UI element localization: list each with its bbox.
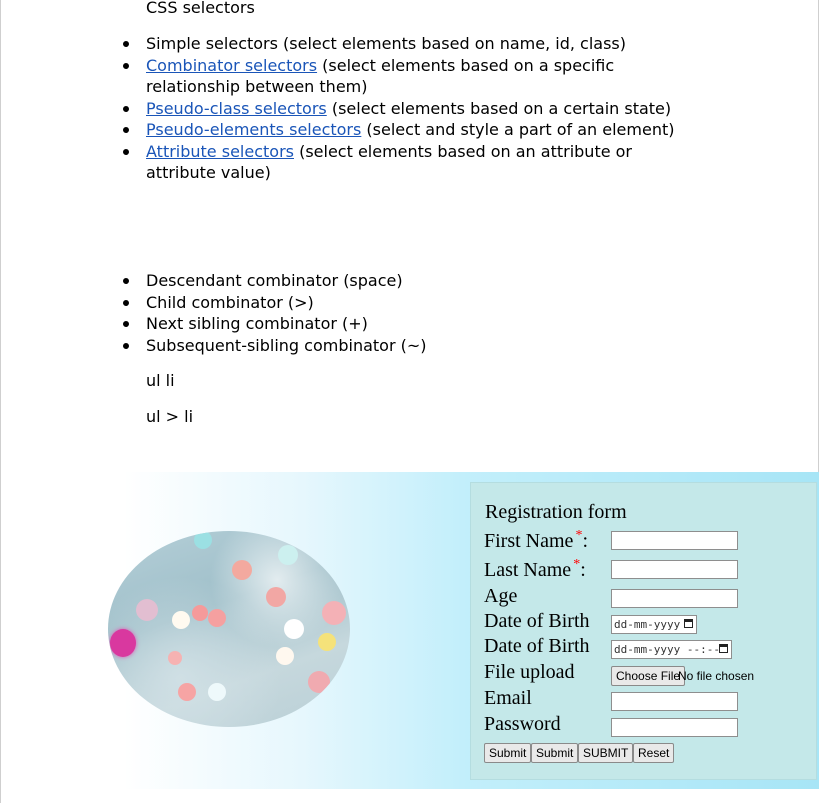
list-item-next-sibling: Next sibling combinator (+) — [123, 313, 706, 335]
pseudo-class-selectors-link[interactable]: Pseudo-class selectors — [146, 99, 327, 118]
datetime-placeholder: dd-mm-yyyy --:-- — [614, 643, 720, 656]
bokeh-dot — [178, 683, 196, 701]
bokeh-dot — [136, 599, 158, 621]
dob-label: Date of Birth — [484, 610, 590, 632]
list-item-simple: Simple selectors (select elements based … — [123, 33, 706, 55]
section-heading: CSS selectors — [146, 0, 255, 17]
bokeh-dot — [322, 601, 346, 625]
list-item-text: (select and style a part of an element) — [361, 120, 675, 139]
bokeh-dot — [318, 633, 336, 651]
bokeh-dot — [266, 587, 286, 607]
bokeh-dot — [194, 531, 212, 549]
colon-text: : — [582, 530, 588, 552]
bokeh-dot — [308, 671, 330, 693]
bokeh-dot — [110, 629, 136, 657]
combinator-types-list: Descendant combinator (space) Child comb… — [123, 270, 706, 357]
page-border-right — [818, 0, 819, 472]
combinator-selectors-link[interactable]: Combinator selectors — [146, 56, 317, 75]
label-text: First Name — [484, 530, 574, 552]
bokeh-dot — [278, 545, 298, 565]
bokeh-dot — [208, 609, 226, 627]
bokeh-image — [108, 531, 350, 727]
label-text: Last Name — [484, 559, 572, 581]
bokeh-dot — [192, 605, 208, 621]
list-item-text: Simple selectors (select elements based … — [146, 34, 626, 53]
attribute-selectors-link[interactable]: Attribute selectors — [146, 142, 294, 161]
submit-button[interactable]: Submit — [484, 743, 532, 763]
bokeh-dot — [284, 619, 304, 639]
list-item-pseudo-elements: Pseudo-elements selectors (select and st… — [123, 119, 706, 141]
bokeh-dot — [232, 560, 252, 580]
last-name-field[interactable] — [611, 560, 738, 579]
choose-file-button[interactable]: Choose File — [611, 666, 686, 686]
selector-types-list: Simple selectors (select elements based … — [123, 33, 706, 184]
calendar-icon[interactable] — [719, 644, 728, 653]
file-upload-label: File upload — [484, 661, 575, 683]
last-name-label: Last Name *: — [484, 557, 586, 585]
page-border-left — [0, 0, 1, 803]
first-name-label: First Name *: — [484, 528, 588, 556]
age-label: Age — [484, 585, 518, 607]
submit-button-2[interactable]: Submit — [531, 743, 579, 763]
dob-datetime-field[interactable]: dd-mm-yyyy --:-- — [611, 640, 732, 659]
password-field[interactable] — [611, 718, 738, 737]
list-item-combinator: Combinator selectors (select elements ba… — [123, 55, 706, 98]
age-field[interactable] — [611, 589, 738, 608]
email-field[interactable] — [611, 692, 738, 711]
list-item-child: Child combinator (>) — [123, 292, 706, 314]
list-item-text: (select elements based on a certain stat… — [326, 98, 672, 118]
list-item-attribute: Attribute selectors (select elements bas… — [123, 141, 706, 184]
first-name-field[interactable] — [611, 531, 738, 550]
required-star: * — [573, 557, 581, 572]
list-item-pseudo-class: Pseudo-class selectors (select elements … — [123, 98, 706, 120]
dob-datetime-label: Date of Birth — [484, 635, 590, 657]
bokeh-dot — [208, 683, 226, 701]
form-title: Registration form — [485, 501, 627, 523]
required-star: * — [575, 528, 583, 543]
reset-button[interactable]: Reset — [633, 743, 675, 763]
submit-uppercase-button[interactable]: SUBMIT — [578, 743, 634, 763]
pseudo-elements-selectors-link[interactable]: Pseudo-elements selectors — [146, 120, 361, 139]
calendar-icon[interactable] — [684, 619, 693, 628]
bokeh-dot — [172, 611, 190, 629]
example-descendant: ul li — [146, 371, 175, 390]
list-item-subsequent-sibling: Subsequent-sibling combinator (~) — [123, 335, 706, 357]
bokeh-dot — [168, 651, 182, 665]
example-child: ul > li — [146, 407, 194, 426]
file-status-text: No file chosen — [678, 669, 755, 683]
date-placeholder: dd-mm-yyyy — [614, 618, 681, 631]
list-item-descendant: Descendant combinator (space) — [123, 270, 706, 292]
colon-text: : — [580, 559, 586, 581]
bokeh-dot — [276, 647, 294, 665]
email-label: Email — [484, 687, 532, 709]
password-label: Password — [484, 713, 561, 735]
registration-form: Registration form First Name *: Last Name… — [470, 482, 817, 780]
dob-date-field[interactable]: dd-mm-yyyy — [611, 615, 697, 634]
